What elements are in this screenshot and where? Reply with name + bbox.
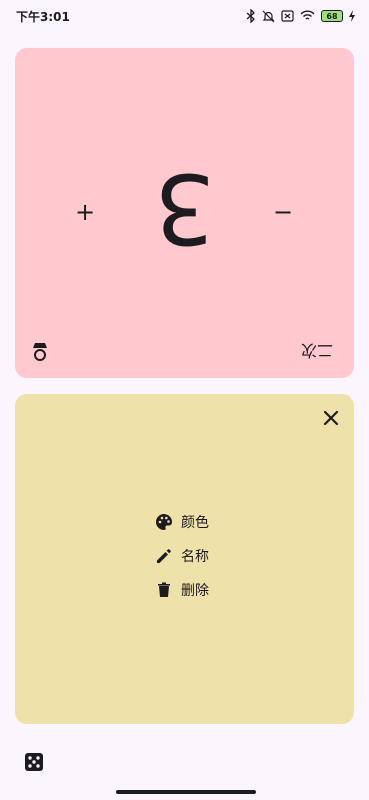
color-menu-item[interactable]: 颜色: [155, 512, 209, 532]
battery-indicator: 68: [321, 10, 343, 22]
flipped-counter-label: 二次: [301, 341, 334, 360]
close-icon[interactable]: [319, 406, 343, 430]
counter-card[interactable]: + 3 − 二次: [15, 48, 354, 378]
wifi-icon: [300, 10, 315, 20]
pencil-icon: [157, 549, 171, 563]
flipped-dropper-icon[interactable]: [29, 340, 51, 362]
counter-value: 3: [153, 152, 216, 264]
name-menu-label: 名称: [181, 549, 209, 565]
dice-icon[interactable]: [24, 752, 44, 772]
alarm-off-icon: [262, 10, 275, 22]
card-menu: 颜色 名称 删除: [155, 512, 209, 600]
charging-icon: [349, 10, 355, 22]
sim-off-icon: [281, 10, 294, 22]
name-menu-item[interactable]: 名称: [155, 546, 209, 566]
trash-icon: [158, 582, 170, 597]
decrement-button[interactable]: −: [269, 198, 297, 226]
menu-card: 颜色 名称 删除: [15, 394, 354, 724]
status-time: 下午3:01: [16, 9, 70, 24]
delete-menu-item[interactable]: 删除: [155, 580, 209, 600]
bluetooth-icon: [246, 9, 255, 23]
counter-display: 3: [15, 152, 354, 264]
palette-icon: [156, 514, 173, 530]
status-bar: 下午3:01 68: [0, 0, 369, 32]
delete-menu-label: 删除: [181, 583, 209, 599]
status-icons: 68: [246, 9, 355, 23]
home-indicator[interactable]: [116, 790, 256, 794]
color-menu-label: 颜色: [181, 515, 209, 531]
